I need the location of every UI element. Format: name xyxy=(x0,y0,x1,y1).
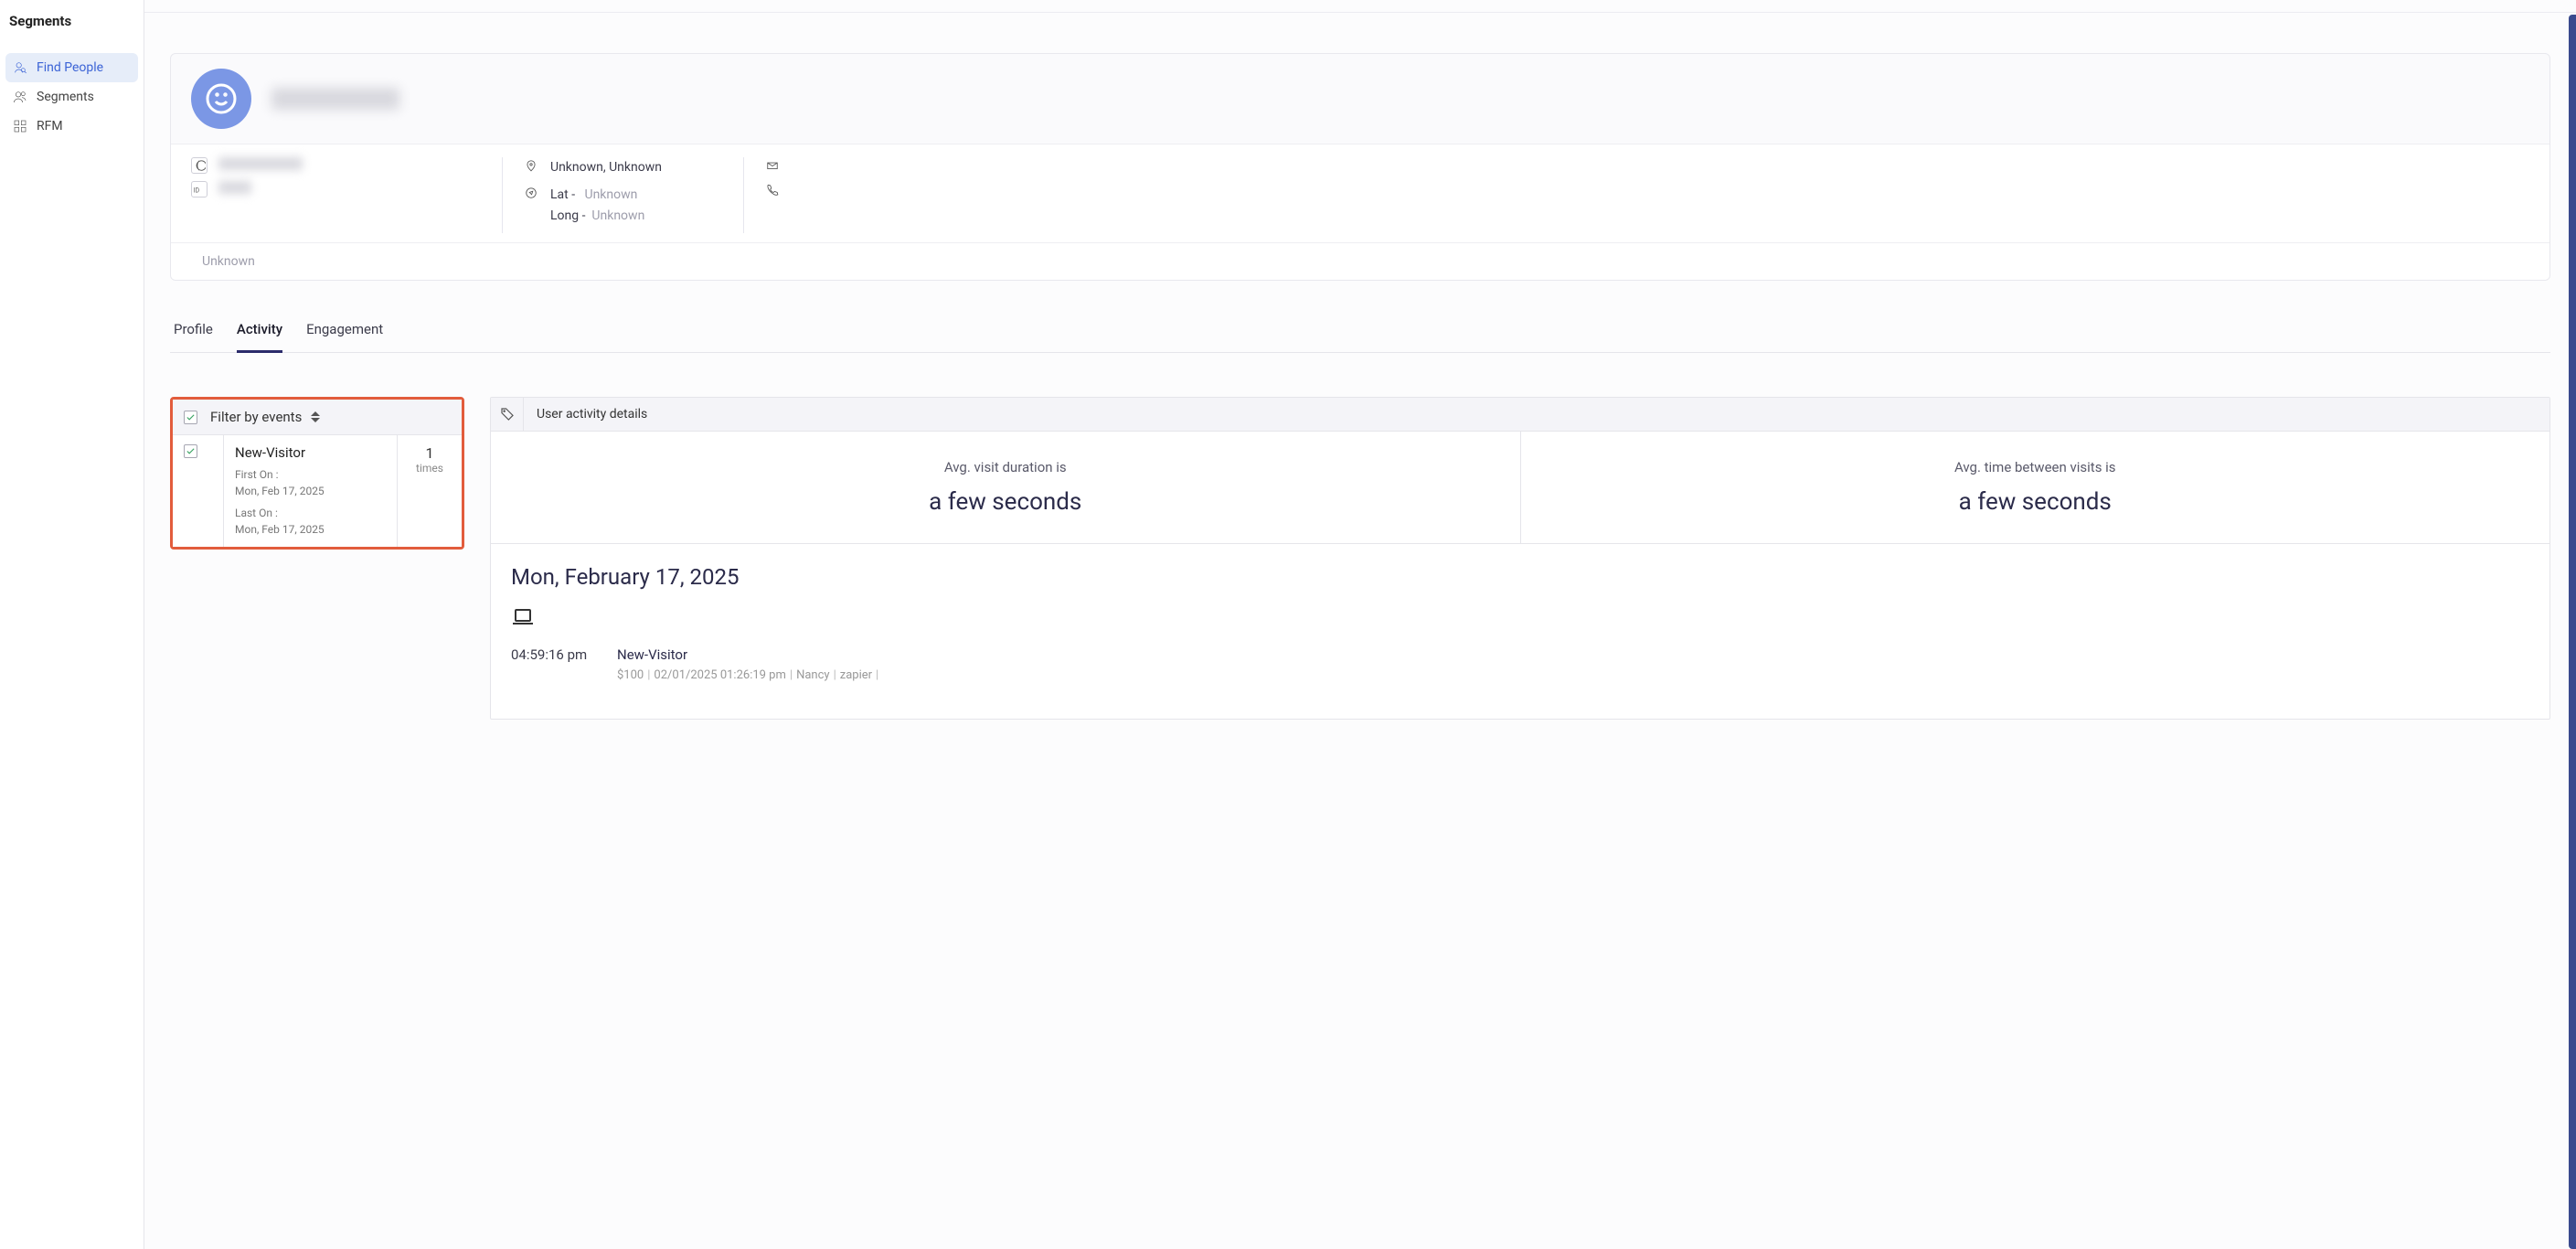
profile-info: ID Unknown, Unknown xyxy=(171,144,2549,242)
stats-row: Avg. visit duration is a few seconds Avg… xyxy=(491,432,2549,544)
tab-activity[interactable]: Activity xyxy=(237,308,282,353)
search-people-icon xyxy=(13,60,27,75)
tab-profile[interactable]: Profile xyxy=(174,308,213,353)
lat-value: Unknown xyxy=(585,187,638,202)
info-row-app xyxy=(191,157,482,174)
location-text: Unknown, Unknown xyxy=(550,157,662,177)
svg-text:ID: ID xyxy=(194,187,200,195)
sidebar: Segments Find People Segments RFM xyxy=(0,0,144,1249)
scrollbar-accent[interactable] xyxy=(2569,15,2576,1249)
check-icon xyxy=(186,412,196,422)
event-first-on: First On : Mon, Feb 17, 2025 xyxy=(235,466,386,499)
tab-engagement[interactable]: Engagement xyxy=(306,308,383,353)
people-icon xyxy=(13,90,27,104)
date-heading: Mon, February 17, 2025 xyxy=(511,564,2529,590)
stat-avg-time-between: Avg. time between visits is a few second… xyxy=(1520,432,2550,543)
entry-name: New-Visitor xyxy=(617,646,2529,663)
filter-title: Filter by events xyxy=(210,409,302,425)
avatar xyxy=(191,69,251,129)
redacted-field xyxy=(218,181,251,194)
details-header: User activity details xyxy=(491,398,2549,432)
main-content: ID Unknown, Unknown xyxy=(144,0,2576,1249)
info-row-geo: Lat - Unknown Long - Unknown xyxy=(523,185,723,226)
filter-by-events-panel: Filter by events New-Visitor First On : xyxy=(170,397,464,550)
event-count: 1 times xyxy=(398,435,462,547)
long-label: Long - xyxy=(550,208,585,223)
redacted-name xyxy=(271,88,399,110)
sidebar-item-rfm[interactable]: RFM xyxy=(5,112,138,141)
sidebar-item-label: Find People xyxy=(37,60,103,75)
phone-icon xyxy=(764,181,781,197)
event-name: New-Visitor xyxy=(235,444,386,461)
info-col-contact xyxy=(743,157,801,233)
laptop-icon xyxy=(511,608,2529,630)
info-row-location: Unknown, Unknown xyxy=(523,157,723,177)
event-checkbox[interactable] xyxy=(184,444,197,458)
profile-card: ID Unknown, Unknown xyxy=(170,53,2550,281)
info-row-id: ID xyxy=(191,181,482,197)
sidebar-item-label: Segments xyxy=(37,90,94,104)
grid-icon xyxy=(13,119,27,133)
profile-bottom: Unknown xyxy=(171,242,2549,280)
sidebar-title: Segments xyxy=(5,13,138,53)
filter-header: Filter by events xyxy=(173,400,462,435)
lat-label: Lat - xyxy=(550,187,575,202)
compass-icon xyxy=(523,185,539,201)
entry-time: 04:59:16 pm xyxy=(511,646,591,663)
gender-text: Unknown xyxy=(202,254,255,269)
date-section: Mon, February 17, 2025 04:59:16 pm New-V… xyxy=(491,544,2549,719)
redacted-field xyxy=(218,157,303,170)
filter-event-row: New-Visitor First On : Mon, Feb 17, 2025… xyxy=(173,435,462,547)
stat-avg-visit-duration: Avg. visit duration is a few seconds xyxy=(491,432,1520,543)
entry-meta: $100|02/01/2025 01:26:19 pm|Nancy|zapier… xyxy=(617,668,2529,682)
sidebar-item-segments[interactable]: Segments xyxy=(5,82,138,112)
mail-icon xyxy=(764,157,781,174)
filter-select-all-checkbox[interactable] xyxy=(184,411,197,424)
user-activity-details-panel: User activity details Avg. visit duratio… xyxy=(490,397,2550,720)
top-divider xyxy=(144,0,2576,13)
timeline-entry: 04:59:16 pm New-Visitor $100|02/01/2025 … xyxy=(511,646,2529,682)
info-row-email xyxy=(764,157,781,174)
sort-icon[interactable] xyxy=(311,411,320,422)
info-col-ids: ID xyxy=(191,157,502,233)
details-title: User activity details xyxy=(524,407,660,422)
id-icon: ID xyxy=(191,181,208,197)
pin-icon xyxy=(523,157,539,174)
geo-values: Lat - Unknown Long - Unknown xyxy=(550,185,644,226)
tag-icon xyxy=(491,398,524,431)
info-col-location: Unknown, Unknown Lat - Unknown Long - Un… xyxy=(502,157,743,233)
long-value: Unknown xyxy=(591,208,644,223)
smile-icon xyxy=(205,82,238,115)
activity-layout: Filter by events New-Visitor First On : xyxy=(170,397,2550,720)
profile-header xyxy=(171,54,2549,144)
sidebar-item-label: RFM xyxy=(37,119,63,133)
info-row-phone xyxy=(764,181,781,197)
sidebar-item-find-people[interactable]: Find People xyxy=(5,53,138,82)
tabs: Profile Activity Engagement xyxy=(170,308,2550,353)
app-icon xyxy=(191,157,208,174)
check-icon xyxy=(186,446,196,456)
event-last-on: Last On : Mon, Feb 17, 2025 xyxy=(235,505,386,538)
